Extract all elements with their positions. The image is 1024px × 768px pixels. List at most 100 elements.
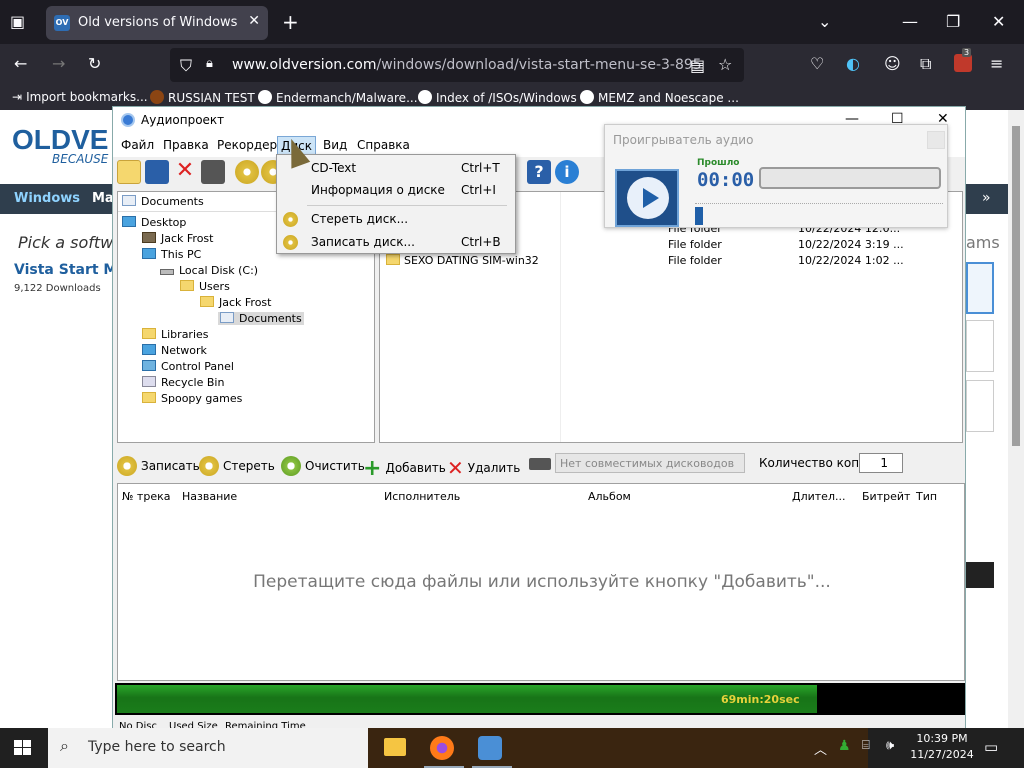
seek-thumb[interactable] xyxy=(695,207,703,225)
bookmark-item[interactable]: RUSSIAN TEST xyxy=(150,90,255,105)
pocket-icon[interactable]: ♡ xyxy=(810,54,824,73)
tree-item[interactable]: Jack Frost xyxy=(200,296,271,309)
open-folder-icon[interactable] xyxy=(117,160,141,184)
help-icon[interactable]: ? xyxy=(527,160,551,184)
tree-item-selected[interactable]: Documents xyxy=(218,312,304,325)
extensions-icon[interactable]: ⧉ xyxy=(920,54,931,74)
menu-item-erase-disc[interactable]: Стереть диск... xyxy=(277,208,515,230)
right-card[interactable] xyxy=(966,262,994,314)
play-button[interactable] xyxy=(615,169,679,227)
taskbar-search[interactable]: ⌕ Type here to search xyxy=(48,728,368,768)
minimize-icon[interactable]: — xyxy=(902,12,918,31)
save-icon[interactable] xyxy=(145,160,169,184)
column-duration[interactable]: Длител... xyxy=(792,490,845,503)
system-clock[interactable]: 10:39 PM 11/27/2024 xyxy=(910,731,974,763)
drive-select[interactable]: Нет совместимых дисководов xyxy=(555,453,745,473)
product-name-link[interactable]: Vista Start Me xyxy=(14,262,127,278)
restore-icon[interactable]: ❐ xyxy=(946,12,960,31)
file-row[interactable]: SEXO DATING SIM-win32 xyxy=(386,254,539,267)
chevron-down-icon[interactable]: ⌄ xyxy=(818,12,831,31)
new-tab-icon[interactable]: + xyxy=(282,10,299,34)
tab-list-icon[interactable]: ▣ xyxy=(10,12,25,31)
player-close-icon[interactable] xyxy=(927,131,945,149)
burn-button[interactable]: Записать xyxy=(117,456,200,476)
column-track-number[interactable]: № трека xyxy=(122,490,170,503)
tree-item[interactable]: Desktop xyxy=(122,216,186,229)
reload-icon[interactable]: ↻ xyxy=(88,54,101,73)
track-list[interactable]: № трека Название Исполнитель Альбом Длит… xyxy=(117,483,965,681)
menu-recorder[interactable]: Рекордер xyxy=(217,138,277,152)
tree-item[interactable]: This PC xyxy=(142,248,201,261)
network-icon[interactable]: ⌸ xyxy=(862,738,870,753)
bookmark-item[interactable]: Endermanch/Malware... xyxy=(258,90,418,105)
bookmark-item[interactable]: MEMZ and Noescape ... xyxy=(580,90,739,105)
chevron-up-icon[interactable]: ︿ xyxy=(814,739,827,758)
file-explorer-icon[interactable] xyxy=(384,738,406,756)
seek-track[interactable] xyxy=(695,203,943,217)
column-artist[interactable]: Исполнитель xyxy=(384,490,460,503)
tree-item[interactable]: Network xyxy=(142,344,207,357)
lock-icon[interactable]: 🔒︎ xyxy=(206,56,213,71)
delete-icon[interactable]: ✕ xyxy=(173,160,197,184)
tree-item[interactable]: Control Panel xyxy=(142,360,234,373)
column-title[interactable]: Название xyxy=(182,490,237,503)
print-icon[interactable] xyxy=(201,160,225,184)
volume-icon[interactable]: 🕪︎ xyxy=(886,738,894,753)
computer-icon xyxy=(142,248,156,259)
extension-icon[interactable]: ◐ xyxy=(846,54,860,73)
column-bitrate[interactable]: Битрейт xyxy=(862,490,910,503)
column-album[interactable]: Альбом xyxy=(588,490,631,503)
tree-item[interactable]: Users xyxy=(180,280,230,293)
tree-item[interactable]: Local Disk (C:) xyxy=(160,264,258,277)
page-scrollbar[interactable] xyxy=(1008,110,1024,728)
folder-icon xyxy=(180,280,194,291)
google-icon xyxy=(418,90,432,104)
back-icon[interactable]: ← xyxy=(14,54,27,73)
person-tray-icon[interactable]: ♟ xyxy=(838,738,851,754)
tree-item[interactable]: Libraries xyxy=(142,328,209,341)
browser-tab[interactable]: OV Old versions of Windows, Mac a ✕ xyxy=(46,6,268,40)
bookmark-item[interactable]: ⇥ Import bookmarks... xyxy=(12,90,148,104)
nav-expand-icon[interactable]: » xyxy=(982,190,991,206)
url-bar[interactable]: ⛉ 🔒︎ www.oldversion.com/windows/download… xyxy=(170,48,744,82)
scroll-thumb[interactable] xyxy=(1012,126,1020,446)
forward-icon[interactable]: → xyxy=(52,54,65,73)
account-icon[interactable]: ☺ xyxy=(884,54,901,73)
bookmark-item[interactable]: Index of /ISOs/Windows xyxy=(418,90,577,105)
menu-view[interactable]: Вид xyxy=(323,138,347,152)
reader-view-icon[interactable]: ▤ xyxy=(690,56,705,75)
menu-edit[interactable]: Правка xyxy=(163,138,209,152)
firefox-icon[interactable] xyxy=(430,736,454,760)
right-card[interactable] xyxy=(966,320,994,372)
right-card[interactable] xyxy=(966,380,994,432)
erase-button[interactable]: Стереть xyxy=(199,456,275,476)
site-icon xyxy=(150,90,164,104)
add-button[interactable]: + Добавить xyxy=(363,456,446,481)
bookmark-star-icon[interactable]: ☆ xyxy=(718,55,732,74)
tree-item[interactable]: Jack Frost xyxy=(142,232,213,245)
clear-button[interactable]: Очистить xyxy=(281,456,365,476)
delete-button[interactable]: ✕ Удалить xyxy=(447,456,520,480)
shield-icon[interactable]: ⛉ xyxy=(180,56,192,76)
audio-app-taskbar-icon[interactable] xyxy=(478,736,502,760)
tree-item[interactable]: Spoopy games xyxy=(142,392,242,405)
menu-item-burn-disc[interactable]: Записать диск... Ctrl+B xyxy=(277,231,515,253)
close-window-icon[interactable]: ✕ xyxy=(992,12,1005,31)
nav-mac[interactable]: Ma xyxy=(92,191,114,206)
addon-icon[interactable]: 3 xyxy=(954,48,972,72)
column-type[interactable]: Тип xyxy=(916,490,937,503)
tree-header-label: Documents xyxy=(141,195,204,208)
info-icon[interactable]: i xyxy=(555,160,579,184)
notifications-icon[interactable]: ▭ xyxy=(984,738,998,756)
menu-icon[interactable]: ≡ xyxy=(990,54,1003,73)
menu-item-cd-text[interactable]: CD-Text Ctrl+T xyxy=(277,157,515,179)
menu-item-disc-info[interactable]: Информация о диске Ctrl+I xyxy=(277,179,515,201)
close-tab-icon[interactable]: ✕ xyxy=(248,13,260,29)
menu-file[interactable]: Файл xyxy=(121,138,154,152)
nav-windows[interactable]: Windows xyxy=(14,191,80,206)
copies-stepper[interactable]: 1 xyxy=(859,453,903,473)
erase-disc-icon xyxy=(199,456,219,476)
tree-item[interactable]: Recycle Bin xyxy=(142,376,224,389)
erase-disc-icon[interactable] xyxy=(235,160,259,184)
menu-help[interactable]: Справка xyxy=(357,138,410,152)
